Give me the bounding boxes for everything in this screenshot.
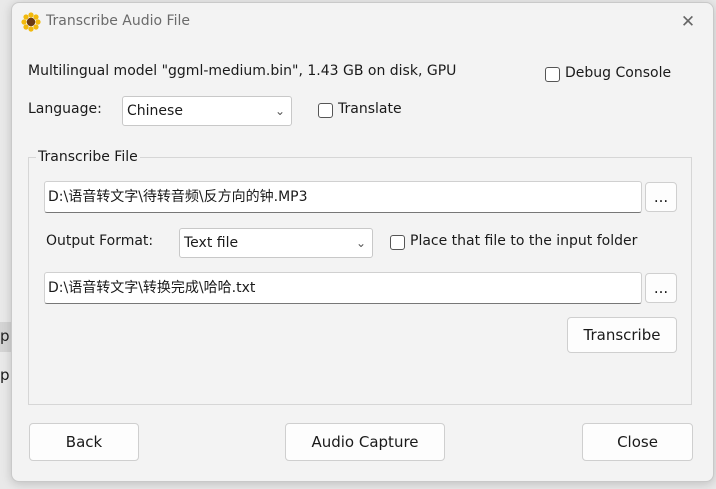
sunflower-app-icon	[21, 12, 41, 32]
output-format-label: Output Format:	[46, 233, 154, 249]
background-text: p	[0, 366, 10, 384]
chevron-down-icon: ⌄	[355, 236, 366, 250]
input-file-path-field[interactable]: D:\语音转文字\待转音频\反方向的钟.MP3	[44, 181, 642, 213]
transcribe-button[interactable]: Transcribe	[567, 317, 677, 353]
translate-label: Translate	[338, 101, 402, 117]
output-file-path-field[interactable]: D:\语音转文字\转换完成\哈哈.txt	[44, 272, 642, 304]
translate-checkbox[interactable]	[318, 103, 333, 118]
place-in-input-folder-checkbox[interactable]	[390, 235, 405, 250]
browse-output-button[interactable]: ...	[645, 273, 677, 303]
chevron-down-icon: ⌄	[274, 104, 285, 118]
model-info-text: Multilingual model "ggml-medium.bin", 1.…	[28, 63, 457, 79]
debug-console-checkbox[interactable]	[545, 67, 560, 82]
close-icon[interactable]: ✕	[673, 9, 703, 35]
place-in-input-folder-label: Place that file to the input folder	[410, 233, 638, 249]
close-button[interactable]: Close	[582, 423, 693, 461]
language-select[interactable]: Chinese ⌄	[122, 96, 292, 126]
language-selected-value: Chinese	[127, 103, 183, 119]
title-bar: Transcribe Audio File ✕	[12, 3, 713, 41]
output-format-selected-value: Text file	[184, 235, 239, 251]
debug-console-label: Debug Console	[565, 65, 672, 81]
transcribe-dialog: Transcribe Audio File ✕ Multilingual mod…	[11, 2, 714, 482]
output-format-select[interactable]: Text file ⌄	[179, 228, 373, 258]
window-title: Transcribe Audio File	[46, 13, 190, 29]
transcribe-file-group-title: Transcribe File	[36, 149, 140, 165]
background-text: p	[0, 327, 10, 345]
browse-input-button[interactable]: ...	[645, 182, 677, 212]
audio-capture-button[interactable]: Audio Capture	[285, 423, 445, 461]
language-label: Language:	[28, 101, 102, 117]
back-button[interactable]: Back	[29, 423, 139, 461]
